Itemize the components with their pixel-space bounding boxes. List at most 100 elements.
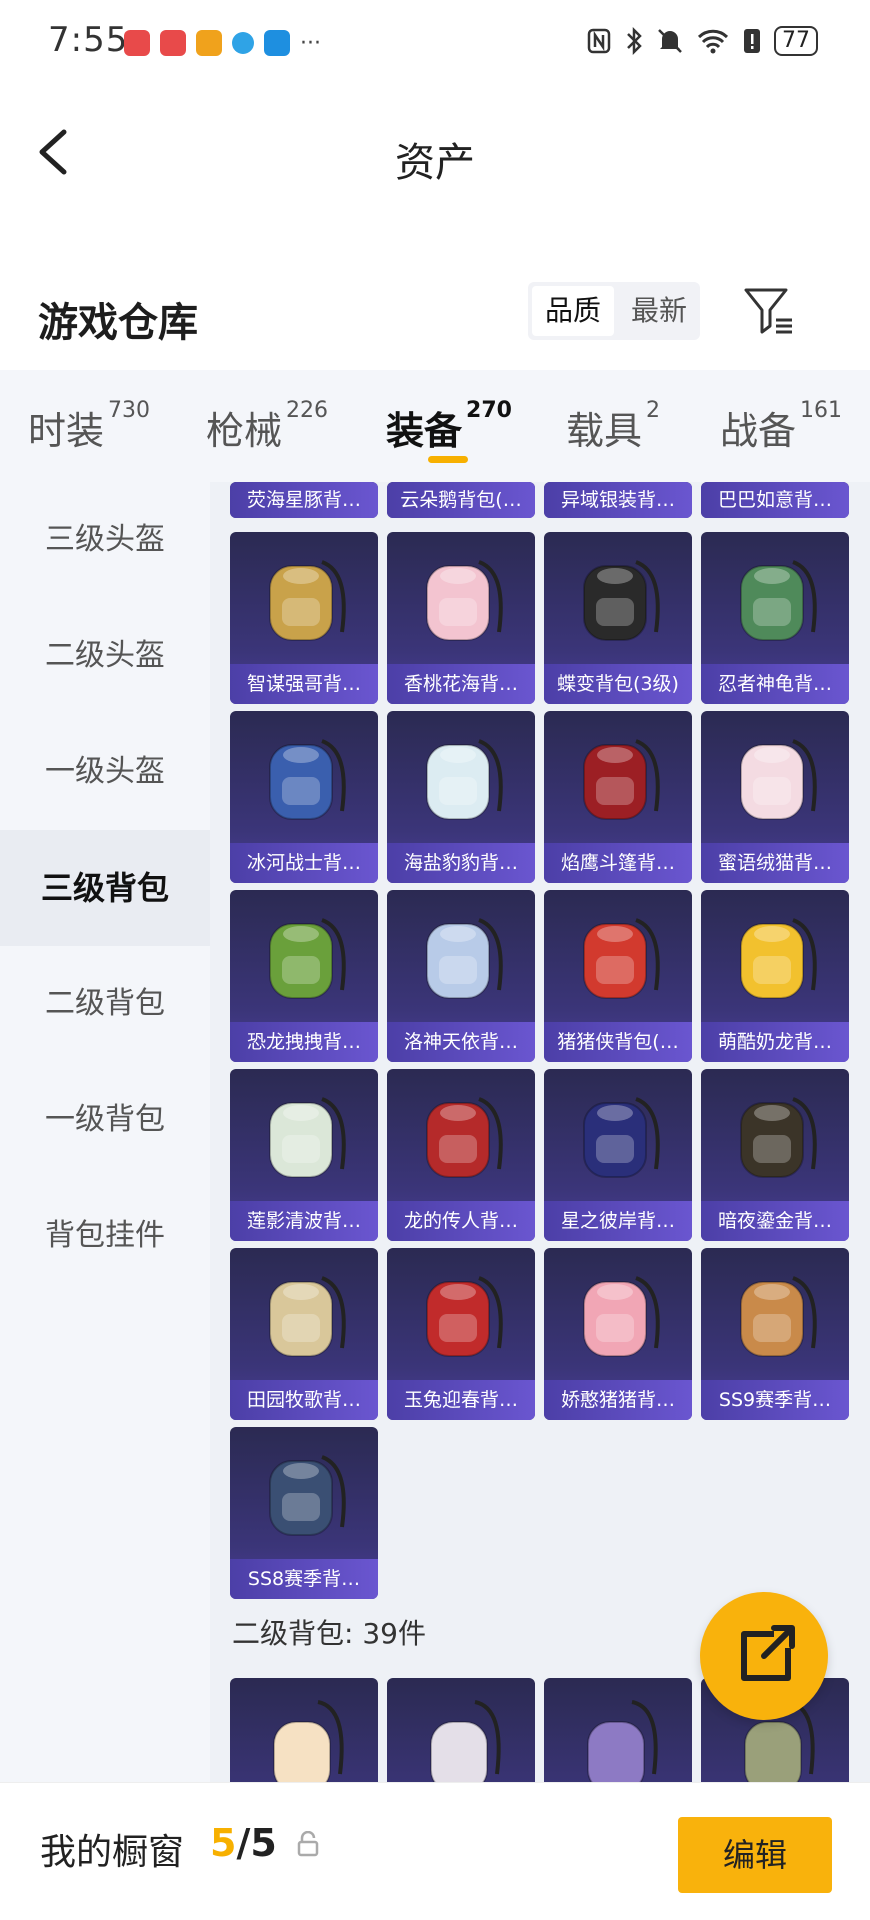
item-card[interactable]: 蝶变背包(3级) (544, 532, 692, 704)
backpack-icon (269, 918, 346, 999)
mute-bell-icon (658, 29, 682, 53)
section-heading: 二级背包: 39件 (232, 1617, 426, 1650)
tab-count: 270 (466, 398, 512, 423)
status-time: 7:55 (48, 20, 129, 60)
item-card[interactable]: 星之彼岸背… (544, 1069, 692, 1241)
notification-app-icon (196, 30, 222, 56)
side-item-level1-helmet[interactable]: 一级头盔 (0, 714, 210, 830)
item-name: 暗夜鎏金背… (701, 1201, 849, 1241)
backpack-icon (740, 560, 817, 641)
alert-icon (744, 29, 760, 53)
item-card[interactable]: 巴巴如意背… (701, 482, 849, 518)
item-name: 海盐豹豹背… (387, 843, 535, 883)
backpack-icon (740, 918, 817, 999)
showcase-label: 我的橱窗 (40, 1832, 185, 1873)
side-item-backpack-charm[interactable]: 背包挂件 (0, 1178, 210, 1294)
item-name: 蝶变背包(3级) (544, 664, 692, 704)
backpack-icon (426, 918, 503, 999)
item-name: 萌酷奶龙背… (701, 1022, 849, 1062)
backpack-icon (269, 1097, 346, 1178)
tab-label: 装备 (386, 409, 463, 453)
tab-fashion[interactable]: 时装 730 (28, 398, 150, 455)
item-name: 洛神天依背… (387, 1022, 535, 1062)
showcase-count-sep: / (236, 1821, 251, 1865)
backpack-icon (426, 560, 503, 641)
notification-app-icon (160, 30, 186, 56)
share-fab-button[interactable] (700, 1592, 828, 1720)
item-card[interactable]: SS9赛季背… (701, 1248, 849, 1420)
item-card[interactable]: 冰河战士背… (230, 711, 378, 883)
backpack-icon (269, 1276, 346, 1357)
item-card[interactable]: 龙的传人背… (387, 1069, 535, 1241)
bluetooth-icon (627, 26, 642, 56)
item-card[interactable]: 娇憨猪猪背… (544, 1248, 692, 1420)
backpack-icon (269, 1455, 346, 1536)
tab-label: 战备 (720, 409, 797, 453)
item-card[interactable] (230, 1678, 378, 1782)
item-card[interactable]: 焰鹰斗篷背… (544, 711, 692, 883)
backpack-icon (583, 918, 660, 999)
item-card[interactable]: 萌酷奶龙背… (701, 890, 849, 1062)
backpack-icon (740, 739, 817, 820)
item-name: 娇憨猪猪背… (544, 1380, 692, 1420)
tab-label: 载具 (566, 409, 643, 453)
item-card[interactable]: 恐龙拽拽背… (230, 890, 378, 1062)
item-card[interactable]: 忍者神龟背… (701, 532, 849, 704)
item-name: SS9赛季背… (701, 1380, 849, 1420)
side-item-level1-backpack[interactable]: 一级背包 (0, 1062, 210, 1178)
tab-battle-prep[interactable]: 战备 161 (720, 398, 843, 455)
item-card[interactable]: 田园牧歌背… (230, 1248, 378, 1420)
item-card[interactable]: 暗夜鎏金背… (701, 1069, 849, 1241)
item-card[interactable]: 香桃花海背… (387, 532, 535, 704)
item-name: 巴巴如意背… (701, 482, 849, 518)
sort-toggle: 品质 最新 (528, 282, 700, 340)
item-name: 荧海星豚背… (230, 482, 378, 518)
share-external-icon (741, 1625, 795, 1681)
showcase-count-current: 5 (210, 1821, 237, 1865)
tab-firearms[interactable]: 枪械 226 (206, 398, 329, 455)
item-card[interactable]: 蜜语绒猫背… (701, 711, 849, 883)
item-card[interactable]: 智谋强哥背… (230, 532, 378, 704)
item-card[interactable]: 海盐豹豹背… (387, 711, 535, 883)
sort-newest-option[interactable]: 最新 (618, 282, 700, 340)
item-card[interactable] (544, 1678, 692, 1782)
backpack-icon (269, 739, 346, 820)
side-item-level3-backpack[interactable]: 三级背包 (0, 830, 210, 946)
item-name: 冰河战士背… (230, 843, 378, 883)
item-name: 云朵鹅背包(… (387, 482, 535, 518)
item-card[interactable]: 玉兔迎春背… (387, 1248, 535, 1420)
tab-count: 2 (646, 398, 661, 423)
tab-vehicles[interactable]: 载具 2 (566, 398, 661, 455)
more-notifications: ··· (300, 30, 321, 56)
tab-equipment[interactable]: 装备 270 (386, 398, 512, 455)
side-item-level3-helmet[interactable]: 三级头盔 (0, 482, 210, 598)
item-card[interactable]: 莲影清波背… (230, 1069, 378, 1241)
side-item-level2-backpack[interactable]: 二级背包 (0, 946, 210, 1062)
item-card[interactable]: 洛神天依背… (387, 890, 535, 1062)
item-name: 香桃花海背… (387, 664, 535, 704)
item-grid: 荧海星豚背… 云朵鹅背包(… 异域银装背… 巴巴如意背… 智谋强哥背… 香桃花海背… (210, 482, 870, 1782)
tab-count: 161 (800, 398, 843, 423)
item-name: 田园牧歌背… (230, 1380, 378, 1420)
active-tab-indicator (428, 456, 468, 463)
lock-icon (297, 1831, 319, 1857)
wifi-icon (697, 29, 729, 54)
sort-quality-option[interactable]: 品质 (532, 286, 614, 336)
bottom-bar: 我的橱窗 5/5 编辑 (0, 1782, 870, 1920)
edit-button[interactable]: 编辑 (678, 1817, 832, 1893)
tab-count: 226 (286, 398, 329, 423)
backpack-icon (430, 1700, 501, 1782)
item-name: 忍者神龟背… (701, 664, 849, 704)
filter-icon[interactable] (740, 280, 800, 340)
backpack-icon (426, 1276, 503, 1357)
item-card[interactable]: 猪猪侠背包(… (544, 890, 692, 1062)
side-item-level2-helmet[interactable]: 二级头盔 (0, 598, 210, 714)
item-card[interactable]: 异域银装背… (544, 482, 692, 518)
item-card[interactable]: 云朵鹅背包(… (387, 482, 535, 518)
item-name: SS8赛季背… (230, 1559, 378, 1599)
item-card[interactable]: SS8赛季背… (230, 1427, 378, 1599)
item-card[interactable]: 荧海星豚背… (230, 482, 378, 518)
backpack-icon (426, 739, 503, 820)
notification-app-icon (232, 32, 254, 54)
item-card[interactable] (387, 1678, 535, 1782)
